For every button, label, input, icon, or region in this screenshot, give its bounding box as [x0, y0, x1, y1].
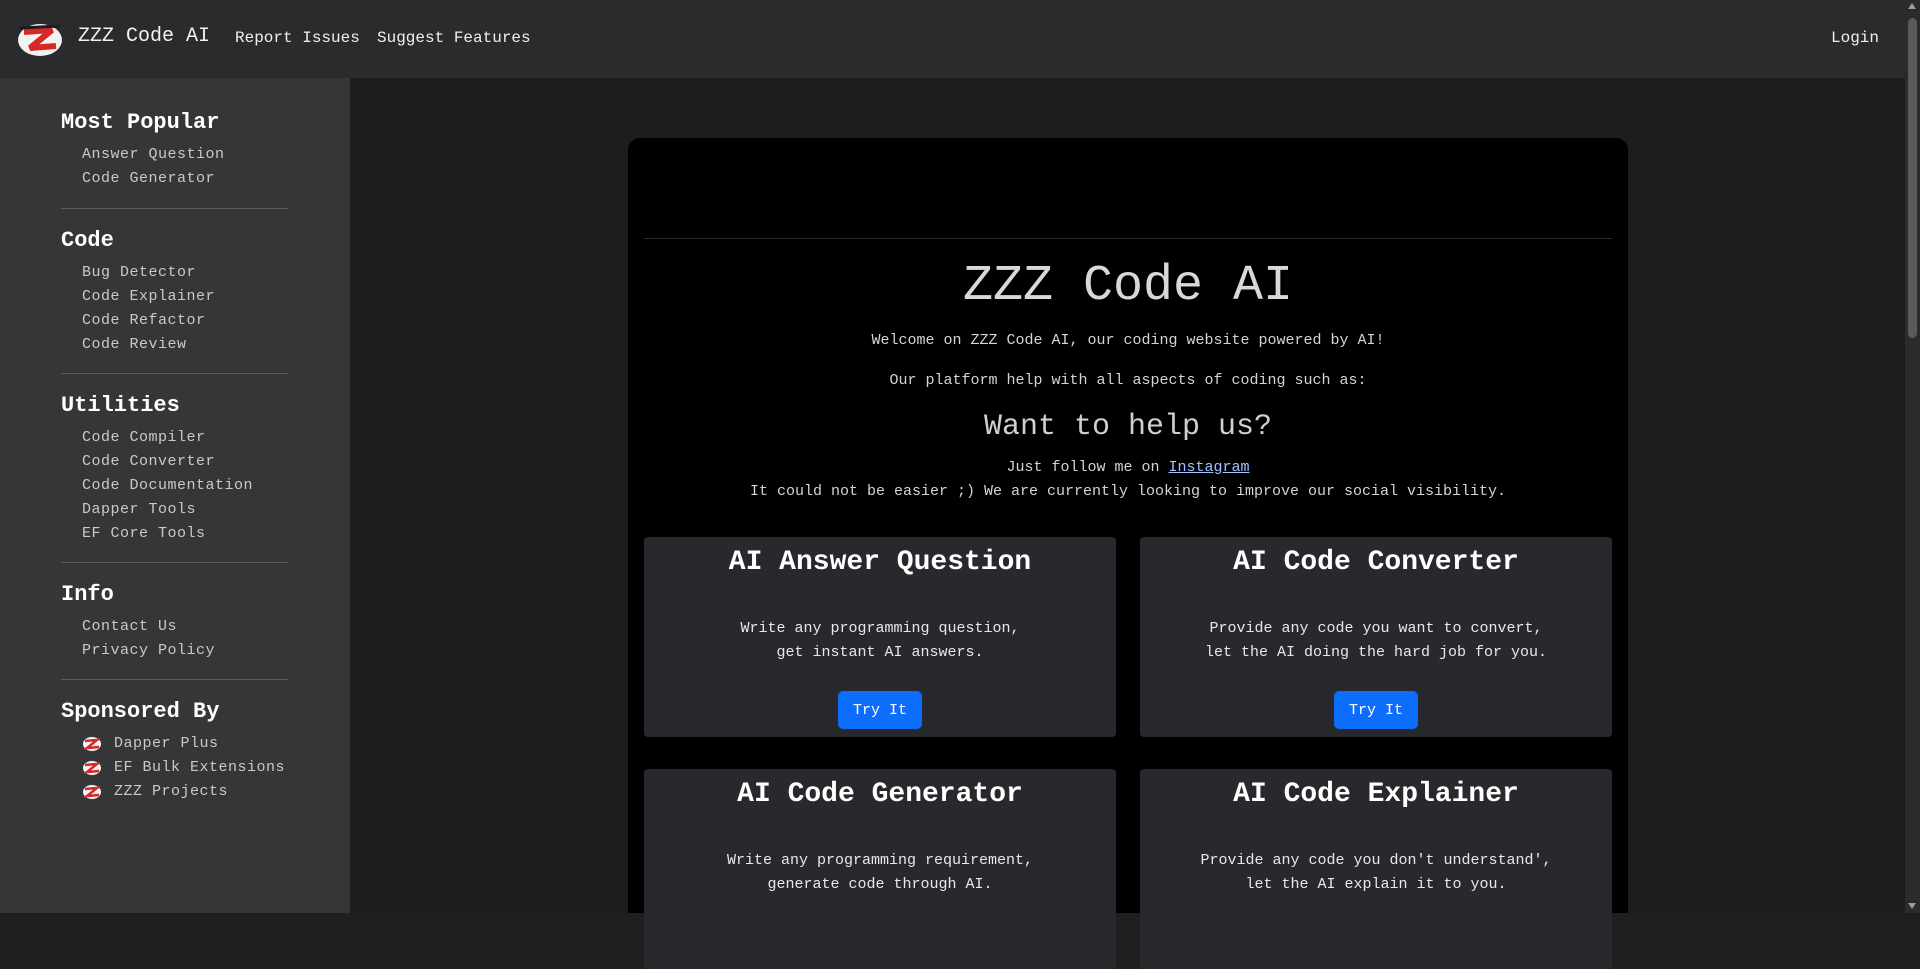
sidebar-item-label: Dapper Plus — [114, 735, 219, 752]
card-description: Provide any code you want to convert, le… — [1140, 617, 1612, 665]
sidebar-item-ef-bulk-extensions[interactable]: EF Bulk Extensions — [82, 759, 285, 776]
section-title-utilities: Utilities — [61, 393, 180, 418]
try-it-button[interactable]: Try It — [1334, 691, 1418, 729]
card-desc-line: let the AI doing the hard job for you. — [1204, 644, 1548, 661]
card-title: AI Code Explainer — [1233, 779, 1519, 810]
content-panel: ZZZ Code AI Welcome on ZZZ Code AI, our … — [628, 138, 1628, 969]
follow-text: Just follow me on Instagram — [628, 459, 1628, 476]
sidebar-item-label: EF Bulk Extensions — [114, 759, 286, 776]
follow-prefix: Just follow me on — [1006, 459, 1169, 476]
zzz-logo-icon — [83, 760, 101, 775]
nav-suggest-features[interactable]: Suggest Features — [377, 29, 531, 47]
scroll-up-icon[interactable] — [1908, 3, 1916, 9]
hero-title: ZZZ Code AI — [962, 258, 1294, 315]
card-desc-line: get instant AI answers. — [776, 644, 984, 661]
help-title: Want to help us? — [983, 410, 1273, 444]
sidebar-item-code-documentation[interactable]: Code Documentation — [82, 477, 253, 494]
section-title-most-popular: Most Popular — [61, 110, 220, 135]
zzz-logo-icon — [83, 784, 101, 799]
zzz-logo-icon — [83, 736, 101, 751]
try-it-button[interactable]: Try It — [838, 691, 922, 729]
sidebar-divider — [61, 208, 288, 209]
sidebar-item-dapper-tools[interactable]: Dapper Tools — [82, 501, 196, 518]
sidebar: Most Popular Answer Question Code Genera… — [0, 78, 350, 913]
card-description: Write any programming requirement, gener… — [644, 849, 1116, 897]
sidebar-item-code-refactor[interactable]: Code Refactor — [82, 312, 206, 329]
card-desc-line: Write any programming requirement, — [726, 852, 1034, 869]
card-answer-question: AI Answer Question Write any programming… — [644, 537, 1116, 737]
card-code-generator: AI Code Generator Write any programming … — [644, 769, 1116, 969]
sidebar-item-code-explainer[interactable]: Code Explainer — [82, 288, 215, 305]
sidebar-item-code-compiler[interactable]: Code Compiler — [82, 429, 206, 446]
card-code-explainer: AI Code Explainer Provide any code you d… — [1140, 769, 1612, 969]
instagram-link[interactable]: Instagram — [1169, 459, 1250, 476]
section-title-code: Code — [61, 228, 114, 253]
nav-report-issues[interactable]: Report Issues — [235, 29, 360, 47]
card-description: Write any programming question, get inst… — [644, 617, 1116, 665]
card-title: AI Code Converter — [1233, 547, 1519, 578]
zzz-logo-icon[interactable] — [16, 18, 64, 60]
sidebar-item-label: ZZZ Projects — [114, 783, 229, 800]
section-title-info: Info — [61, 582, 114, 607]
sidebar-item-privacy-policy[interactable]: Privacy Policy — [82, 642, 215, 659]
sidebar-item-dapper-plus[interactable]: Dapper Plus — [82, 735, 219, 752]
sidebar-item-code-review[interactable]: Code Review — [82, 336, 187, 353]
card-desc-line: Write any programming question, — [740, 620, 1020, 637]
sidebar-item-answer-question[interactable]: Answer Question — [82, 146, 225, 163]
sidebar-divider — [61, 679, 288, 680]
card-desc-line: Provide any code you don't understand', — [1200, 852, 1552, 869]
scrollbar-thumb[interactable] — [1908, 18, 1917, 338]
welcome-text: Welcome on ZZZ Code AI, our coding websi… — [871, 332, 1385, 349]
login-link[interactable]: Login — [1831, 29, 1879, 47]
section-title-sponsored-by: Sponsored By — [61, 699, 220, 724]
panel-divider — [644, 238, 1612, 239]
card-code-converter: AI Code Converter Provide any code you w… — [1140, 537, 1612, 737]
platform-text: Our platform help with all aspects of co… — [889, 372, 1367, 389]
card-title: AI Code Generator — [737, 779, 1023, 810]
card-desc-line: let the AI explain it to you. — [1245, 876, 1507, 893]
card-title: AI Answer Question — [728, 547, 1032, 578]
card-description: Provide any code you don't understand', … — [1140, 849, 1612, 897]
page-scrollbar[interactable] — [1905, 0, 1920, 913]
scroll-down-icon[interactable] — [1908, 903, 1916, 909]
sidebar-item-bug-detector[interactable]: Bug Detector — [82, 264, 196, 281]
sidebar-item-ef-core-tools[interactable]: EF Core Tools — [82, 525, 206, 542]
sidebar-divider — [61, 373, 288, 374]
brand-title[interactable]: ZZZ Code AI — [78, 25, 210, 48]
sidebar-divider — [61, 562, 288, 563]
sidebar-item-code-generator[interactable]: Code Generator — [82, 170, 215, 187]
sidebar-item-code-converter[interactable]: Code Converter — [82, 453, 215, 470]
sidebar-item-contact-us[interactable]: Contact Us — [82, 618, 177, 635]
visibility-text: It could not be easier ;) We are current… — [749, 483, 1507, 500]
top-navbar: ZZZ Code AI Report Issues Suggest Featur… — [0, 0, 1905, 78]
sidebar-item-zzz-projects[interactable]: ZZZ Projects — [82, 783, 228, 800]
card-desc-line: Provide any code you want to convert, — [1209, 620, 1543, 637]
card-desc-line: generate code through AI. — [767, 876, 993, 893]
